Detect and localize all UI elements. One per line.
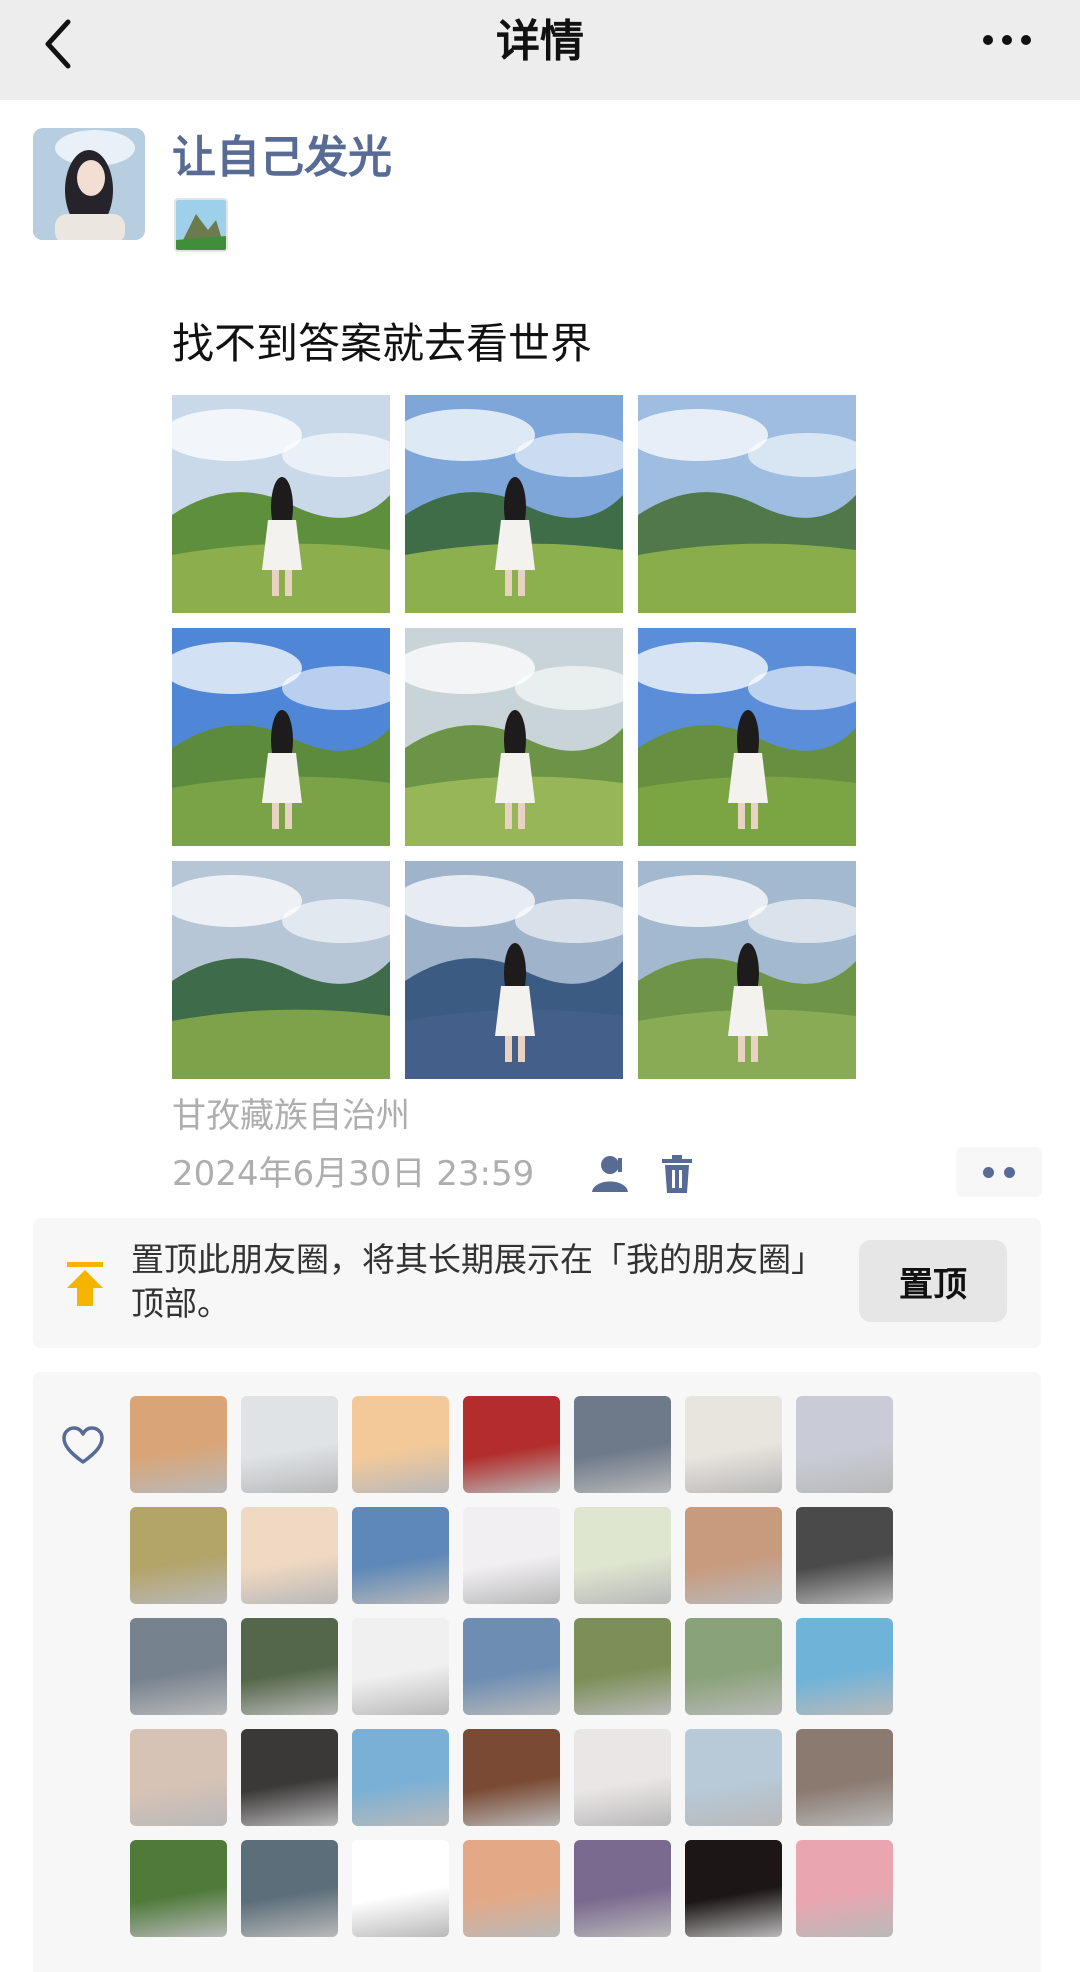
liker-avatar[interactable]	[463, 1840, 560, 1937]
liker-avatar[interactable]	[685, 1507, 782, 1604]
post-photo[interactable]	[405, 861, 623, 1079]
nav-bar: 详情	[0, 0, 1080, 100]
heart-icon	[62, 1426, 104, 1464]
avatar-image	[33, 128, 145, 240]
liker-avatar[interactable]	[685, 1396, 782, 1493]
pin-card: 置顶此朋友圈，将其长期展示在「我的朋友圈」顶部。 置顶	[33, 1218, 1041, 1348]
liker-avatar[interactable]	[352, 1729, 449, 1826]
more-actions-button[interactable]	[956, 1147, 1042, 1197]
liker-avatar[interactable]	[130, 1729, 227, 1826]
pin-description: 置顶此朋友圈，将其长期展示在「我的朋友圈」顶部。	[131, 1240, 808, 1323]
liker-avatar[interactable]	[463, 1618, 560, 1715]
post-photo[interactable]	[638, 395, 856, 613]
liker-avatar[interactable]	[130, 1396, 227, 1493]
page-title: 详情	[496, 16, 584, 67]
location-text[interactable]: 甘孜藏族自治州	[172, 1092, 410, 1140]
two-dots-icon	[983, 1167, 994, 1178]
liker-avatar[interactable]	[796, 1618, 893, 1715]
post-text: 找不到答案就去看世界	[172, 319, 593, 368]
liker-avatar[interactable]	[352, 1396, 449, 1493]
liker-avatar[interactable]	[574, 1729, 671, 1826]
trash-icon[interactable]	[660, 1154, 694, 1194]
author-name[interactable]: 让自己发光	[172, 128, 392, 188]
liker-avatar[interactable]	[574, 1840, 671, 1937]
liker-avatar[interactable]	[463, 1396, 560, 1493]
liker-avatar[interactable]	[796, 1729, 893, 1826]
liker-avatar[interactable]	[685, 1840, 782, 1937]
liker-avatar[interactable]	[352, 1840, 449, 1937]
pin-button[interactable]: 置顶	[859, 1240, 1007, 1322]
post-photo[interactable]	[638, 628, 856, 846]
liker-avatar[interactable]	[685, 1618, 782, 1715]
liker-avatar[interactable]	[574, 1507, 671, 1604]
liker-avatar[interactable]	[130, 1618, 227, 1715]
post-photo[interactable]	[172, 628, 390, 846]
liker-avatar[interactable]	[796, 1507, 893, 1604]
photo-grid	[172, 395, 856, 1079]
post-photo[interactable]	[172, 395, 390, 613]
liker-avatar[interactable]	[241, 1729, 338, 1826]
liker-avatar[interactable]	[241, 1396, 338, 1493]
landscape-status-icon[interactable]	[174, 198, 228, 252]
author-avatar[interactable]	[33, 128, 145, 240]
post-photo[interactable]	[172, 861, 390, 1079]
person-icon[interactable]	[588, 1154, 634, 1194]
liker-avatar[interactable]	[352, 1618, 449, 1715]
liker-avatar[interactable]	[130, 1507, 227, 1604]
liker-avatar[interactable]	[241, 1618, 338, 1715]
timestamp: 2024年6月30日 23:59	[172, 1154, 535, 1194]
liker-avatar[interactable]	[796, 1396, 893, 1493]
two-dots-icon-part	[1004, 1167, 1015, 1178]
liker-avatar[interactable]	[463, 1507, 560, 1604]
liker-avatar[interactable]	[574, 1396, 671, 1493]
post-photo[interactable]	[638, 861, 856, 1079]
liker-avatar[interactable]	[241, 1507, 338, 1604]
liker-avatar[interactable]	[574, 1618, 671, 1715]
liker-avatar[interactable]	[685, 1729, 782, 1826]
liker-avatar[interactable]	[130, 1840, 227, 1937]
liker-avatar[interactable]	[241, 1840, 338, 1937]
liker-avatar[interactable]	[463, 1729, 560, 1826]
likes-section	[33, 1372, 1041, 1972]
more-dots-icon[interactable]	[982, 30, 1032, 50]
post-photo[interactable]	[405, 628, 623, 846]
liker-avatar[interactable]	[796, 1840, 893, 1937]
post-photo[interactable]	[405, 395, 623, 613]
liker-avatar[interactable]	[352, 1507, 449, 1604]
pin-top-icon	[67, 1262, 103, 1306]
